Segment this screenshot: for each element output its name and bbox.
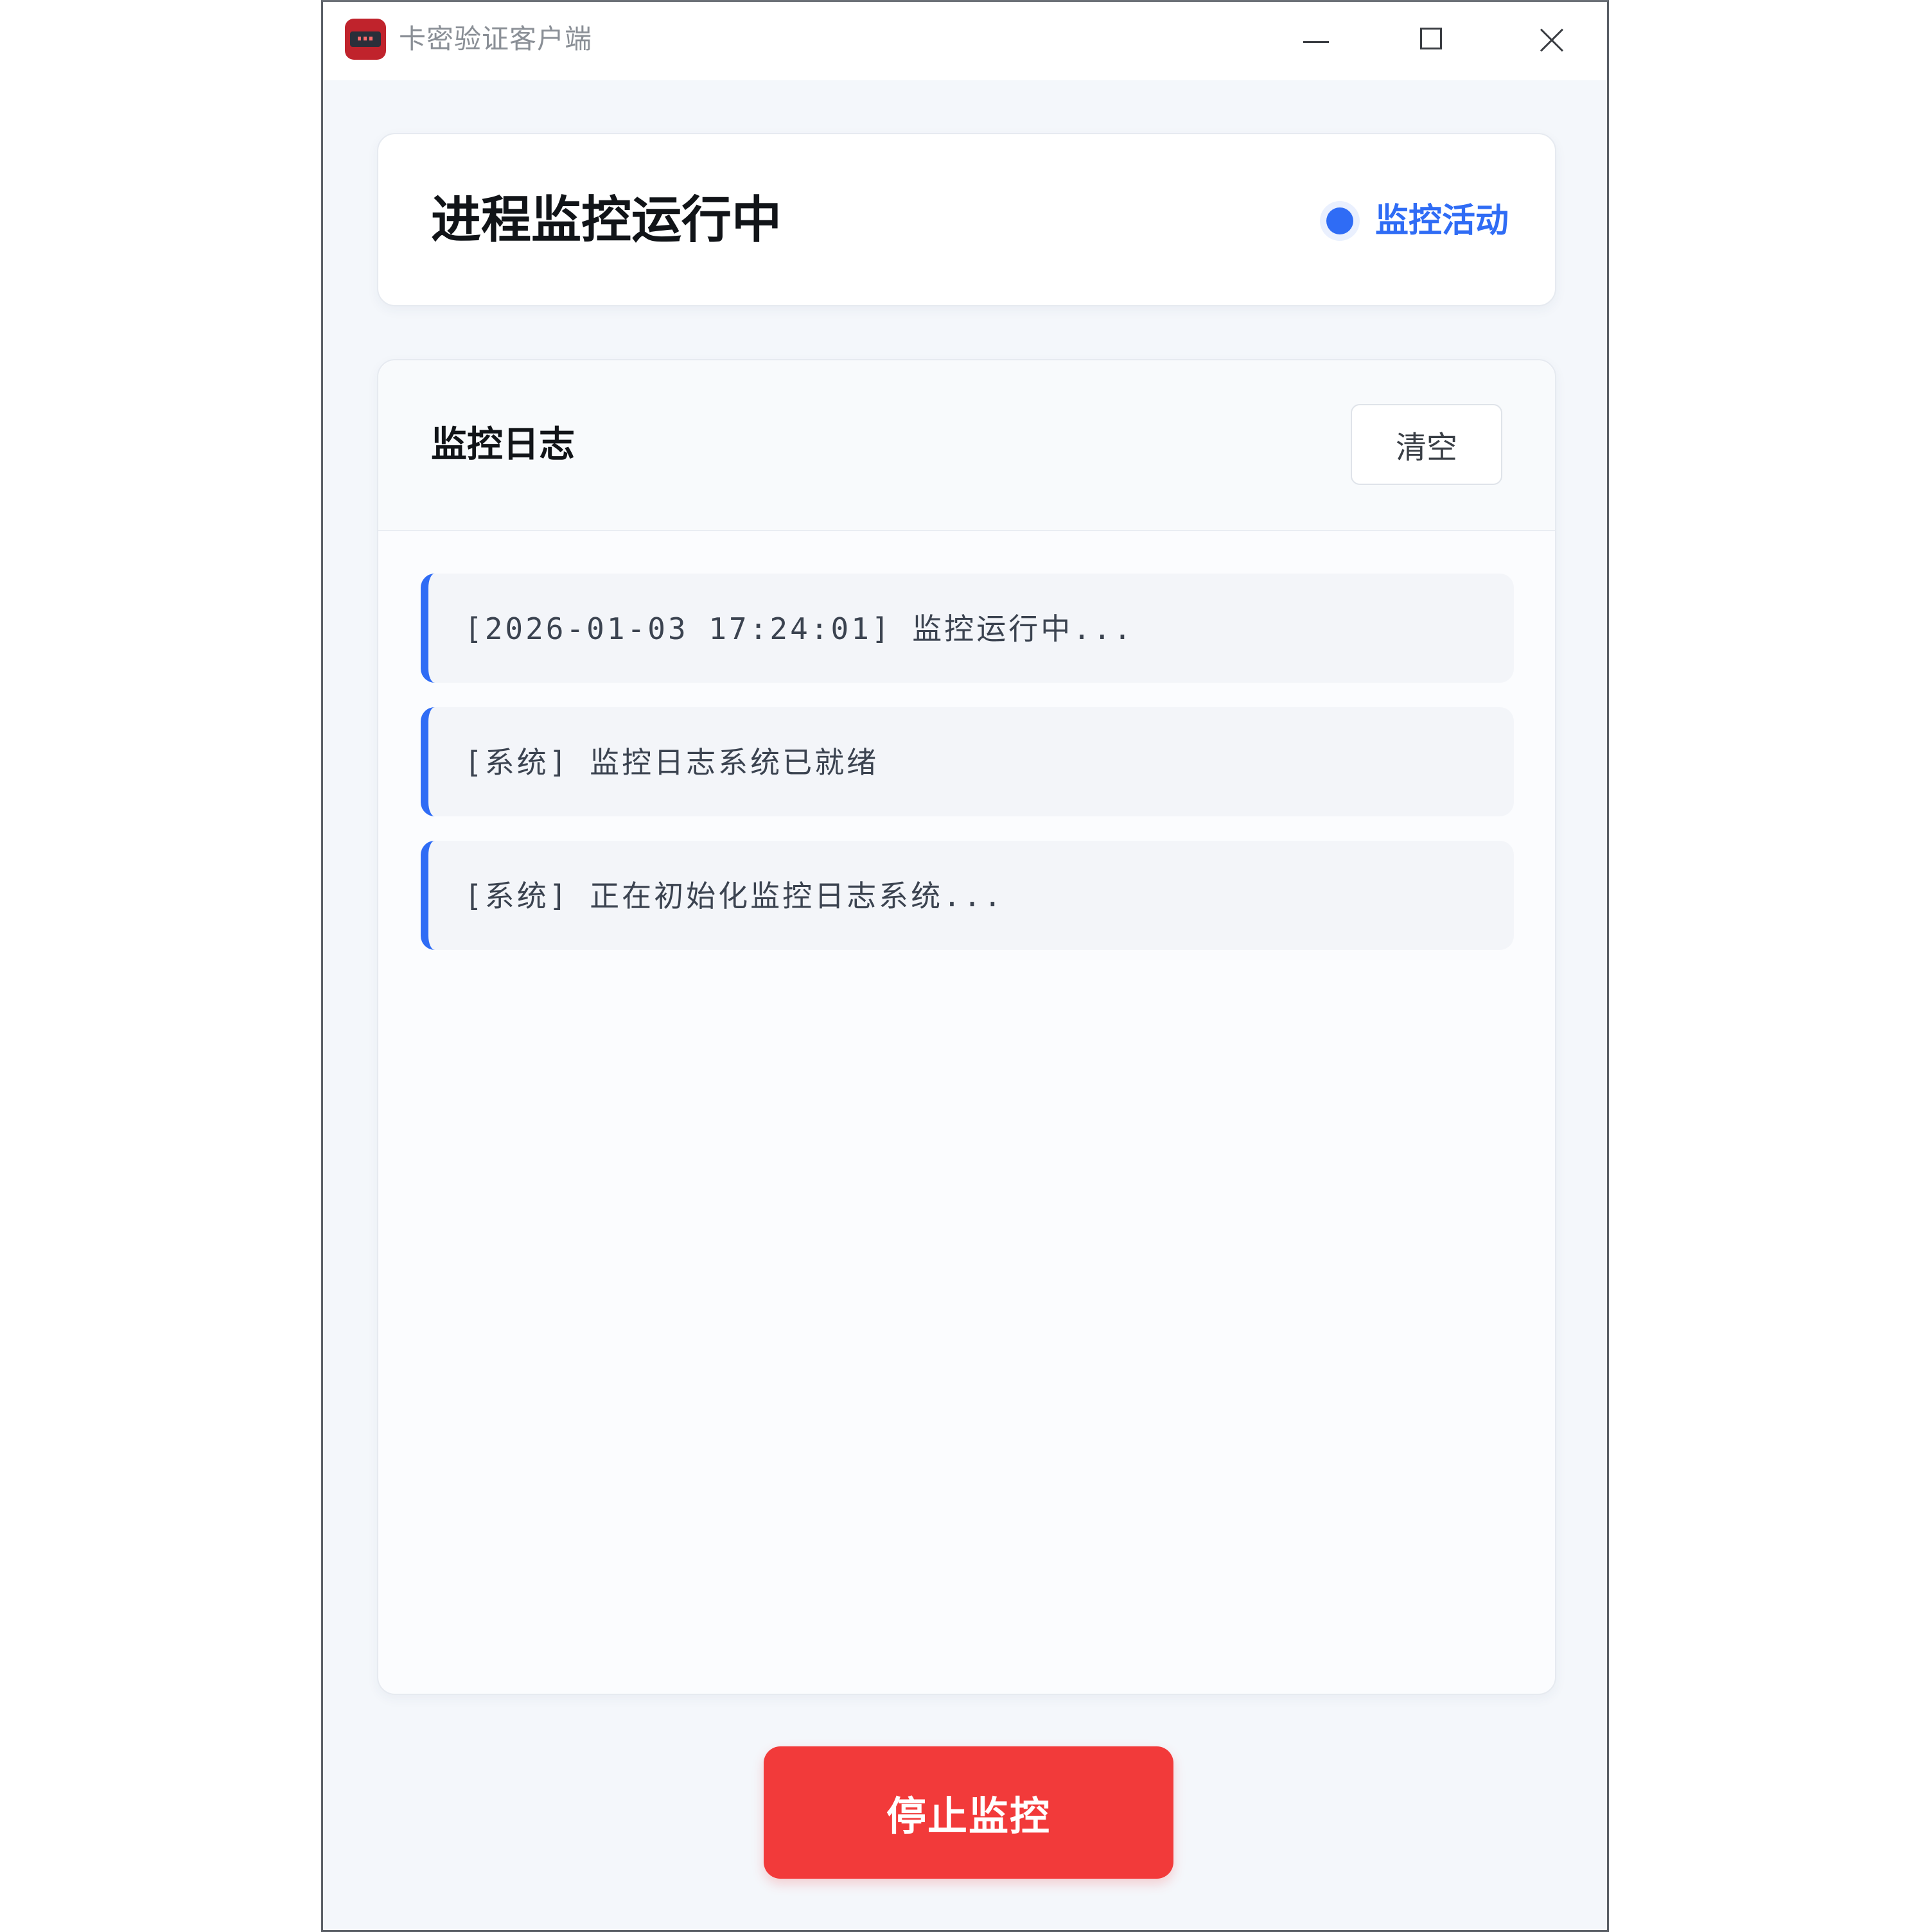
status-title: 进程监控运行中 — [431, 191, 782, 249]
log-entry: [系统] 监控日志系统已就绪 — [421, 707, 1514, 816]
maximize-button[interactable] — [1403, 15, 1461, 66]
log-panel-title: 监控日志 — [431, 424, 575, 466]
app-window: 卡密验证客户端 进程监控运行中 监控活动 监控日志 清空 [2026-01-03 — [321, 0, 1609, 1932]
status-dot-icon — [1326, 207, 1353, 234]
maximize-icon — [1420, 28, 1442, 49]
log-entry: [系统] 正在初始化监控日志系统... — [421, 841, 1514, 950]
stop-monitoring-button[interactable]: 停止监控 — [764, 1746, 1173, 1879]
log-entry: [2026-01-03 17:24:01] 监控运行中... — [421, 574, 1514, 683]
log-panel-header: 监控日志 清空 — [378, 360, 1555, 531]
log-entry-text: [系统] 正在初始化监控日志系统... — [464, 879, 1005, 913]
window-title: 卡密验证客户端 — [399, 23, 593, 55]
title-bar[interactable]: 卡密验证客户端 — [323, 2, 1607, 80]
log-entry-text: [2026-01-03 17:24:01] 监控运行中... — [464, 611, 1134, 646]
close-button[interactable] — [1522, 15, 1580, 66]
minimize-icon — [1303, 41, 1329, 43]
log-entry-text: [系统] 监控日志系统已就绪 — [464, 745, 879, 780]
status-card: 进程监控运行中 监控活动 — [377, 133, 1556, 306]
status-badge: 监控活动 — [1326, 198, 1509, 243]
app-logo-icon — [345, 19, 386, 60]
status-badge-label: 监控活动 — [1374, 202, 1509, 240]
log-list[interactable]: [2026-01-03 17:24:01] 监控运行中... [系统] 监控日志… — [421, 574, 1514, 974]
minimize-button[interactable] — [1288, 15, 1346, 66]
log-panel: 监控日志 清空 [2026-01-03 17:24:01] 监控运行中... [… — [377, 359, 1556, 1695]
clear-log-button[interactable]: 清空 — [1351, 404, 1502, 485]
